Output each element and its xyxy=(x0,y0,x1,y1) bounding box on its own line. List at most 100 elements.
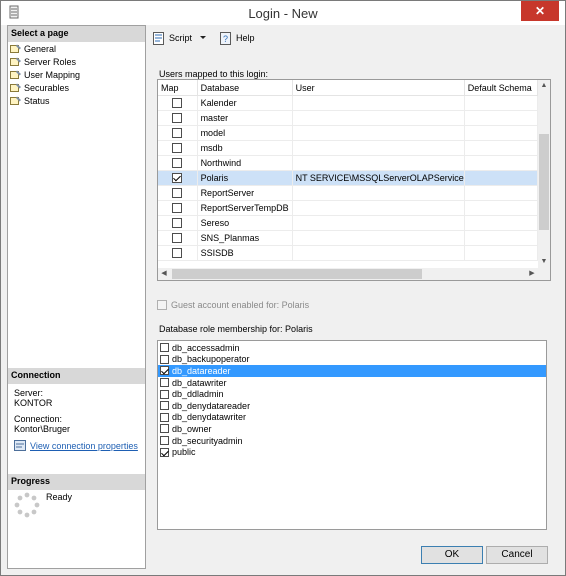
user-cell[interactable] xyxy=(293,141,465,155)
user-cell[interactable] xyxy=(293,201,465,215)
role-checkbox[interactable] xyxy=(160,366,169,376)
server-label: Server: xyxy=(14,388,44,398)
view-connection-properties-link[interactable]: View connection properties xyxy=(14,440,138,451)
user-cell[interactable] xyxy=(293,126,465,140)
role-item-db-ddladmin[interactable]: db_ddladmin xyxy=(158,388,546,400)
table-row[interactable]: Sereso xyxy=(158,216,538,231)
table-row[interactable]: Polaris NT SERVICE\MSSQLServerOLAPService xyxy=(158,171,538,186)
role-item-db-owner[interactable]: db_owner xyxy=(158,423,546,435)
table-row[interactable]: ReportServer xyxy=(158,186,538,201)
role-checkbox[interactable] xyxy=(160,343,169,353)
scroll-up-icon[interactable]: ▲ xyxy=(538,80,550,92)
role-membership-list[interactable]: db_accessadmin db_backupoperator db_datare… xyxy=(157,340,547,530)
page-item-user-mapping[interactable]: User Mapping xyxy=(10,68,143,81)
horizontal-scrollbar[interactable]: ◀ ▶ xyxy=(158,268,538,280)
map-checkbox[interactable] xyxy=(172,233,183,243)
database-cell: SSISDB xyxy=(198,246,293,260)
default-schema-cell[interactable] xyxy=(465,216,538,230)
map-cell xyxy=(158,186,198,200)
default-schema-cell[interactable] xyxy=(465,141,538,155)
ok-button[interactable]: OK xyxy=(421,546,483,564)
cancel-button[interactable]: Cancel xyxy=(486,546,548,564)
role-item-db-datareader[interactable]: db_datareader xyxy=(158,365,546,377)
role-item-db-securityadmin[interactable]: db_securityadmin xyxy=(158,435,546,447)
page-item-label: Status xyxy=(24,95,50,106)
close-button[interactable]: ✕ xyxy=(521,1,559,21)
vertical-scrollbar[interactable]: ▲ ▼ xyxy=(538,80,550,268)
role-item-db-denydatawriter[interactable]: db_denydatawriter xyxy=(158,412,546,424)
table-row[interactable]: SNS_Planmas xyxy=(158,231,538,246)
role-checkbox[interactable] xyxy=(160,401,169,411)
table-row[interactable]: ReportServerTempDB xyxy=(158,201,538,216)
table-row[interactable]: Northwind xyxy=(158,156,538,171)
map-checkbox[interactable] xyxy=(172,128,183,138)
default-schema-cell[interactable] xyxy=(465,186,538,200)
user-cell[interactable]: NT SERVICE\MSSQLServerOLAPService xyxy=(293,171,465,185)
default-schema-cell[interactable] xyxy=(465,156,538,170)
user-cell[interactable] xyxy=(293,186,465,200)
map-checkbox[interactable] xyxy=(172,173,183,183)
page-item-status[interactable]: Status xyxy=(10,94,143,107)
page-item-label: User Mapping xyxy=(24,69,81,80)
role-checkbox[interactable] xyxy=(160,412,169,422)
map-checkbox[interactable] xyxy=(172,218,183,228)
map-checkbox[interactable] xyxy=(172,188,183,198)
role-checkbox[interactable] xyxy=(160,447,169,457)
page-item-server-roles[interactable]: Server Roles xyxy=(10,55,143,68)
map-cell xyxy=(158,201,198,215)
page-item-general[interactable]: General xyxy=(10,42,143,55)
default-schema-cell[interactable] xyxy=(465,201,538,215)
guest-account-check xyxy=(157,300,167,310)
map-checkbox[interactable] xyxy=(172,248,183,258)
map-checkbox[interactable] xyxy=(172,98,183,108)
table-row[interactable]: Kalender xyxy=(158,96,538,111)
progress-spinner-icon xyxy=(14,492,40,518)
role-item-public[interactable]: public xyxy=(158,446,546,458)
table-row[interactable]: model xyxy=(158,126,538,141)
role-item-db-backupoperator[interactable]: db_backupoperator xyxy=(158,354,546,366)
map-checkbox[interactable] xyxy=(172,143,183,153)
guest-account-label: Guest account enabled for: Polaris xyxy=(171,300,310,310)
user-cell[interactable] xyxy=(293,96,465,110)
scroll-left-icon[interactable]: ◀ xyxy=(158,268,170,280)
user-cell[interactable] xyxy=(293,156,465,170)
default-schema-cell[interactable] xyxy=(465,231,538,245)
role-item-db-denydatareader[interactable]: db_denydatareader xyxy=(158,400,546,412)
role-checkbox[interactable] xyxy=(160,378,169,388)
table-row[interactable]: msdb xyxy=(158,141,538,156)
scroll-right-icon[interactable]: ▶ xyxy=(526,268,538,280)
default-schema-cell[interactable] xyxy=(465,111,538,125)
default-schema-cell[interactable] xyxy=(465,246,538,260)
script-button[interactable]: Script xyxy=(152,31,211,45)
table-row[interactable]: master xyxy=(158,111,538,126)
user-cell[interactable] xyxy=(293,216,465,230)
map-checkbox[interactable] xyxy=(172,113,183,123)
default-schema-cell[interactable] xyxy=(465,96,538,110)
column-header-default-schema[interactable]: Default Schema xyxy=(465,80,538,95)
map-checkbox[interactable] xyxy=(172,203,183,213)
default-schema-cell[interactable] xyxy=(465,171,538,185)
table-row[interactable]: SSISDB xyxy=(158,246,538,261)
default-schema-cell[interactable] xyxy=(465,126,538,140)
users-mapped-grid[interactable]: Map Database User Default Schema Kalender ma… xyxy=(157,79,551,281)
column-header-map[interactable]: Map xyxy=(158,80,198,95)
scroll-down-icon[interactable]: ▼ xyxy=(538,256,550,268)
database-cell: Northwind xyxy=(198,156,293,170)
role-item-db-accessadmin[interactable]: db_accessadmin xyxy=(158,342,546,354)
role-checkbox[interactable] xyxy=(160,354,169,364)
chevron-down-icon[interactable] xyxy=(198,34,208,42)
column-header-database[interactable]: Database xyxy=(198,80,293,95)
help-button[interactable]: ? Help xyxy=(219,31,255,45)
horizontal-scroll-thumb[interactable] xyxy=(172,269,422,279)
role-item-db-datawriter[interactable]: db_datawriter xyxy=(158,377,546,389)
role-checkbox[interactable] xyxy=(160,389,169,399)
vertical-scroll-thumb[interactable] xyxy=(539,134,549,230)
user-cell[interactable] xyxy=(293,246,465,260)
column-header-user[interactable]: User xyxy=(293,80,465,95)
page-item-securables[interactable]: Securables xyxy=(10,81,143,94)
map-checkbox[interactable] xyxy=(172,158,183,168)
user-cell[interactable] xyxy=(293,111,465,125)
role-checkbox[interactable] xyxy=(160,436,169,446)
role-checkbox[interactable] xyxy=(160,424,169,434)
user-cell[interactable] xyxy=(293,231,465,245)
